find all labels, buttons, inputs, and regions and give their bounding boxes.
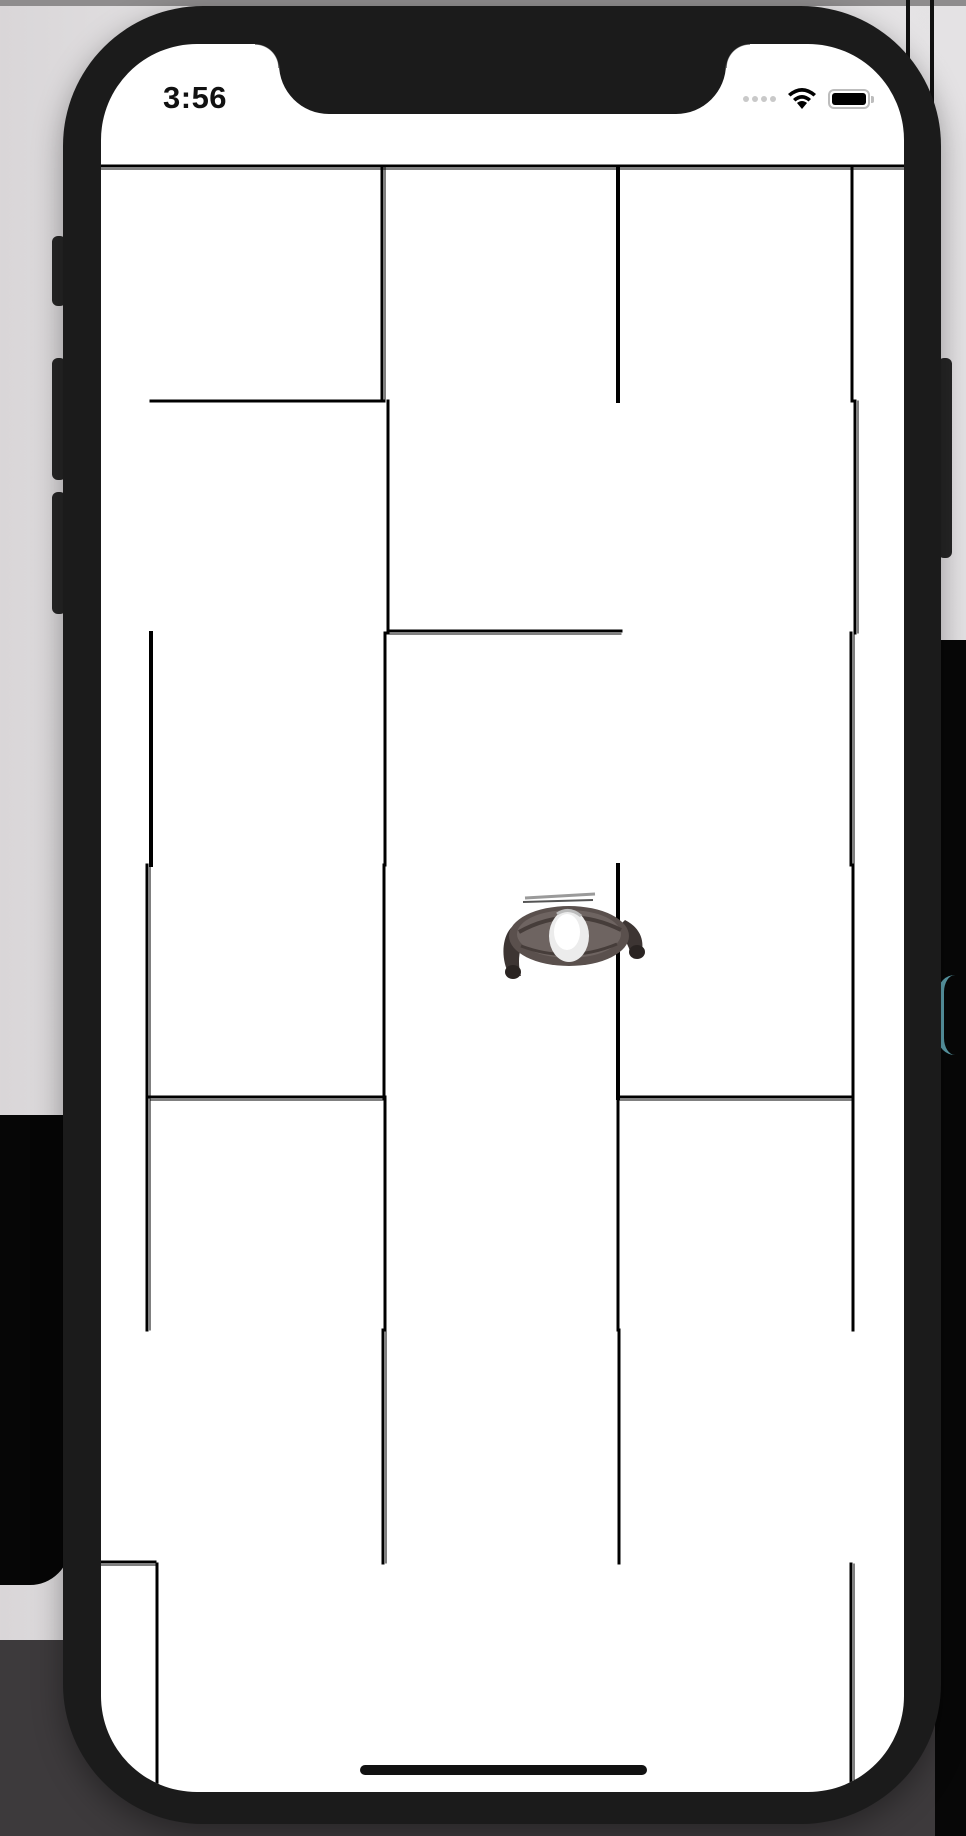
- battery-icon: [828, 89, 874, 109]
- player-character-icon[interactable]: [495, 884, 647, 984]
- wifi-icon: [788, 88, 816, 109]
- phone-screen: 3:56: [101, 44, 904, 1792]
- phone-device-frame: 3:56: [63, 6, 941, 1824]
- wallpaper-dark-left-shape: [0, 1115, 70, 1585]
- status-time: 3:56: [163, 80, 228, 115]
- wallpaper-teal-mark: [938, 975, 966, 1055]
- status-indicators: [743, 84, 874, 114]
- home-indicator[interactable]: [360, 1765, 647, 1775]
- cellular-signal-icon: [743, 96, 776, 102]
- camera-notch: [255, 44, 750, 114]
